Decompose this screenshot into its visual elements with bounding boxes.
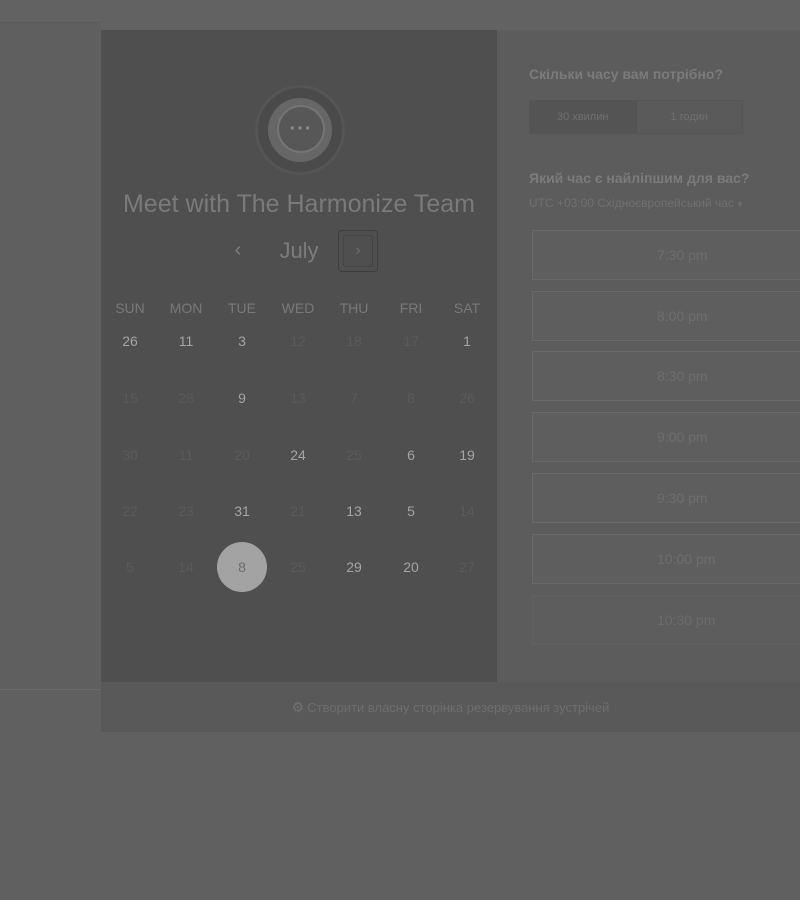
- time-slot-button[interactable]: 9:30 pm: [532, 473, 800, 523]
- time-slot-label: 8:00 pm: [657, 308, 708, 324]
- calendar-day: 20: [234, 447, 250, 463]
- duration-option-1-hour[interactable]: 1 годин: [637, 101, 743, 133]
- month-navigation: ‹ July ›: [101, 230, 497, 276]
- calendar-day[interactable]: 26: [105, 316, 155, 366]
- calendar-day: 25: [290, 559, 306, 575]
- time-slot-label: 8:30 pm: [657, 368, 708, 384]
- time-slot-button[interactable]: 10:30 pm: [532, 595, 800, 645]
- calendar-day[interactable]: 20: [386, 542, 436, 592]
- time-heading: Який час є найліпшим для вас?: [529, 170, 750, 186]
- footer-link[interactable]: ⚙ Створити власну сторінка резервування …: [101, 682, 800, 732]
- chevron-left-icon[interactable]: ‹: [226, 235, 250, 265]
- calendar-day[interactable]: 3: [217, 316, 267, 366]
- timezone-select[interactable]: UTC +03:00 Східноєвропейський час ▾: [529, 196, 742, 210]
- calendar-day: 26: [459, 390, 475, 406]
- duration-heading: Скільки часу вам потрібно?: [529, 66, 724, 82]
- duration-option-30-min[interactable]: 30 хвилин: [530, 101, 636, 133]
- time-slot-button[interactable]: 7:30 pm: [532, 230, 800, 280]
- time-slot-label: 10:30 pm: [657, 612, 716, 628]
- calendar-day: 11: [178, 447, 194, 463]
- calendar-day: 22: [122, 503, 138, 519]
- weekday-label: TUE: [228, 300, 256, 316]
- page-backdrop-top: [0, 0, 800, 30]
- calendar-day: 18: [346, 333, 362, 349]
- time-slot-label: 9:00 pm: [657, 429, 708, 445]
- calendar-day[interactable]: 31: [217, 486, 267, 536]
- time-slot-button[interactable]: 8:30 pm: [532, 351, 800, 401]
- calendar-day[interactable]: 19: [442, 430, 492, 480]
- weekday-label: SAT: [453, 300, 481, 316]
- sprocket-icon: ⚙: [291, 698, 305, 715]
- calendar-day[interactable]: 6: [386, 430, 436, 480]
- weekday-label: SUN: [115, 300, 145, 316]
- calendar-day: 13: [290, 390, 306, 406]
- calendar-day: 30: [122, 447, 138, 463]
- calendar-day: 25: [346, 447, 362, 463]
- calendar-day[interactable]: 24: [273, 430, 323, 480]
- timezone-label: UTC +03:00 Східноєвропейський час: [529, 196, 734, 210]
- calendar-day: 8: [407, 390, 415, 406]
- time-slot-label: 9:30 pm: [657, 490, 708, 506]
- time-slot-label: 7:30 pm: [657, 247, 708, 263]
- time-slot-label: 10:00 pm: [657, 551, 716, 567]
- calendar-day-selected[interactable]: 8: [217, 542, 267, 592]
- calendar-day: 14: [459, 503, 475, 519]
- calendar-day: 17: [403, 333, 419, 349]
- calendar-day: 15: [122, 390, 138, 406]
- caret-down-icon: ▾: [737, 199, 743, 209]
- calendar-day[interactable]: 11: [161, 316, 211, 366]
- weekday-label: MON: [169, 300, 203, 316]
- calendar-day: 5: [126, 559, 134, 575]
- calendar-day: 28: [178, 390, 194, 406]
- next-month-button[interactable]: ›: [338, 230, 378, 272]
- calendar-day: 14: [178, 559, 194, 575]
- calendar-day: 12: [290, 333, 306, 349]
- calendar-day: 21: [290, 503, 306, 519]
- weekday-label: THU: [339, 300, 369, 316]
- calendar-day: 7: [350, 390, 358, 406]
- calendar-day: 27: [459, 559, 475, 575]
- calendar-day[interactable]: 9: [217, 373, 267, 423]
- calendar-day: 23: [178, 503, 194, 519]
- weekday-label: FRI: [399, 300, 423, 316]
- chat-bubble-icon: ···: [258, 88, 342, 172]
- weekday-label: WED: [281, 300, 315, 316]
- calendar-day[interactable]: 5: [386, 486, 436, 536]
- time-slot-button[interactable]: 8:00 pm: [532, 291, 800, 341]
- booking-panel: Скільки часу вам потрібно? 30 хвилин 1 г…: [497, 30, 800, 682]
- duration-selector: 30 хвилин 1 годин: [529, 100, 743, 134]
- calendar-day[interactable]: 1: [442, 316, 492, 366]
- page-backdrop-left: [0, 20, 100, 690]
- calendar-day[interactable]: 29: [329, 542, 379, 592]
- footer-link-text: Створити власну сторінка резервування зу…: [307, 699, 610, 715]
- month-label: July: [279, 238, 319, 263]
- time-slot-button[interactable]: 10:00 pm: [532, 534, 800, 584]
- meeting-title: Meet with The Harmonize Team: [122, 190, 475, 218]
- calendar-panel: ··· Meet with The Harmonize Team ‹ July …: [101, 30, 497, 682]
- calendar-day[interactable]: 13: [329, 486, 379, 536]
- time-slot-button[interactable]: 9:00 pm: [532, 412, 800, 462]
